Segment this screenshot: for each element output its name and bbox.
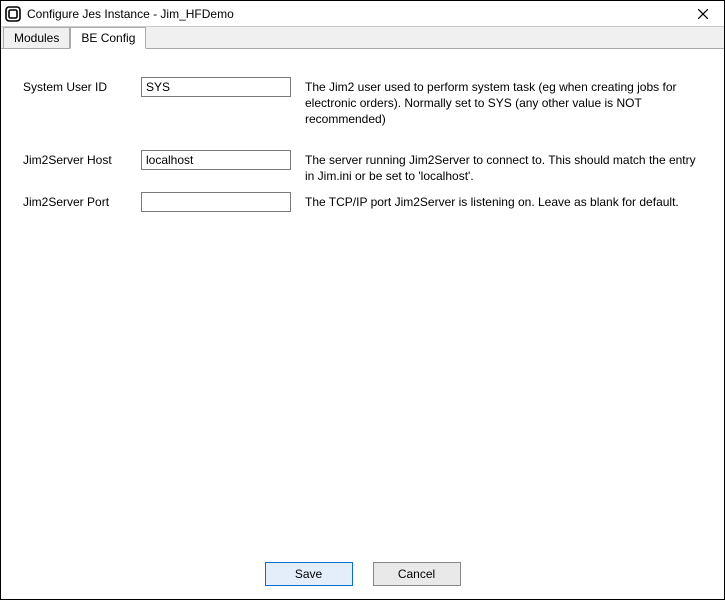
footer: Save Cancel (1, 549, 724, 599)
save-button[interactable]: Save (265, 562, 353, 586)
content-area: System User ID The Jim2 user used to per… (1, 49, 724, 549)
cancel-button[interactable]: Cancel (373, 562, 461, 586)
close-button[interactable] (688, 1, 718, 26)
desc-jim2server-port: The TCP/IP port Jim2Server is listening … (305, 192, 702, 210)
desc-jim2server-host: The server running Jim2Server to connect… (305, 150, 702, 184)
tab-modules[interactable]: Modules (3, 27, 70, 48)
window-title: Configure Jes Instance - Jim_HFDemo (27, 7, 688, 21)
row-jim2server-host: Jim2Server Host The server running Jim2S… (23, 150, 702, 184)
label-jim2server-host: Jim2Server Host (23, 150, 141, 167)
label-system-user-id: System User ID (23, 77, 141, 94)
row-jim2server-port: Jim2Server Port The TCP/IP port Jim2Serv… (23, 192, 702, 212)
close-icon (698, 9, 708, 19)
tab-strip: Modules BE Config (1, 27, 724, 49)
input-jim2server-host[interactable] (141, 150, 291, 170)
desc-system-user-id: The Jim2 user used to perform system tas… (305, 77, 702, 128)
tab-be-config[interactable]: BE Config (70, 27, 146, 49)
config-window: Configure Jes Instance - Jim_HFDemo Modu… (0, 0, 725, 600)
input-jim2server-port[interactable] (141, 192, 291, 212)
row-system-user-id: System User ID The Jim2 user used to per… (23, 77, 702, 128)
app-icon (5, 6, 21, 22)
input-system-user-id[interactable] (141, 77, 291, 97)
label-jim2server-port: Jim2Server Port (23, 192, 141, 209)
titlebar: Configure Jes Instance - Jim_HFDemo (1, 1, 724, 27)
